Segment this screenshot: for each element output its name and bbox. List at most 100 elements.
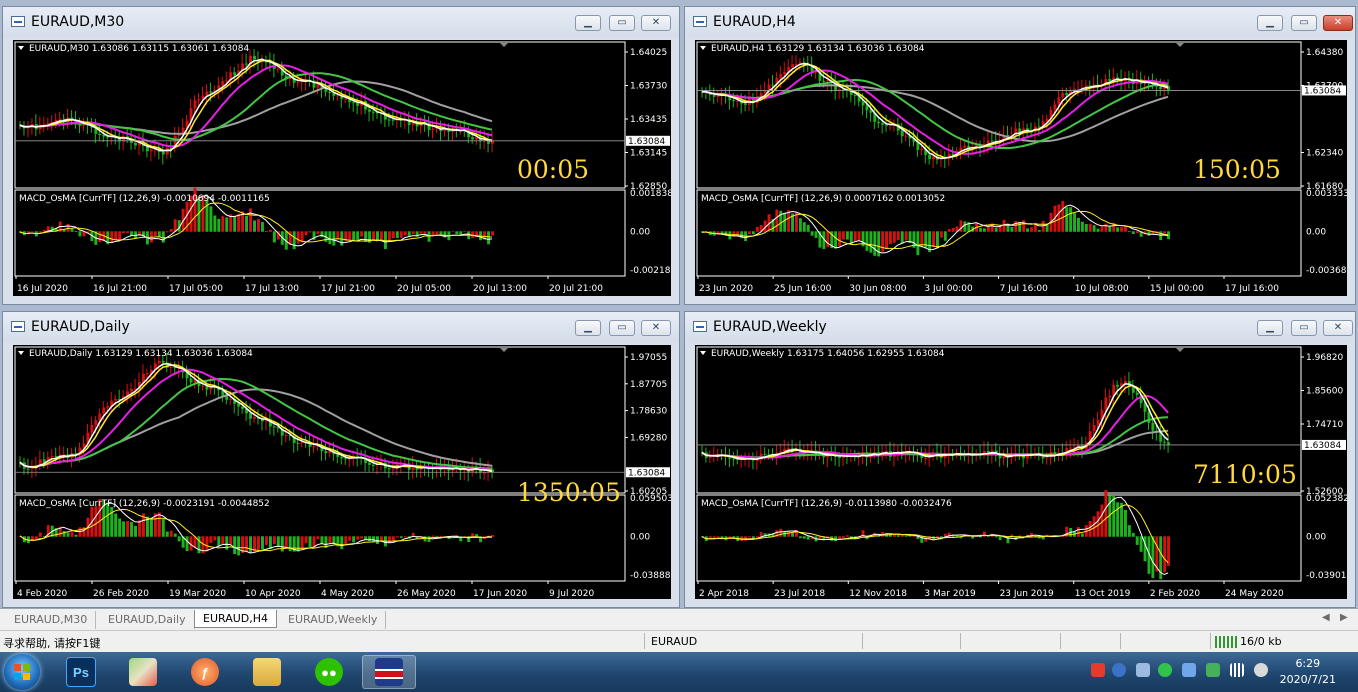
macd-bar (177, 536, 181, 542)
macd-bar (791, 532, 794, 537)
window-titlebar[interactable]: EURAUD,Weekly ▁ ▭ ✕ (685, 312, 1355, 342)
tab-euraud-weekly[interactable]: EURAUD,Weekly (280, 611, 387, 629)
macd-bar (292, 231, 296, 250)
macd-bar (118, 231, 122, 240)
tab-scroll-right-icon[interactable]: ▶ (1340, 612, 1348, 623)
macd-bar (451, 231, 455, 232)
window-titlebar[interactable]: EURAUD,Daily ▁ ▭ ✕ (3, 312, 679, 342)
minimize-button[interactable]: ▁ (1257, 320, 1283, 336)
chart-svg[interactable]: 1.630841.970551.877051.786301.692801.602… (13, 345, 671, 599)
maximize-button[interactable]: ▭ (609, 320, 635, 336)
taskbar-app-file-explorer[interactable] (240, 655, 294, 689)
chart-window-m30[interactable]: EURAUD,M30 ▁ ▭ ✕ 1.63084 1.64025 1.63730 1.… (2, 6, 680, 305)
candle-body (471, 137, 475, 140)
tab-euraud-m30[interactable]: EURAUD,M30 (6, 611, 97, 629)
macd-bar (356, 536, 360, 540)
chart-tab-bar: EURAUD,M30 EURAUD,Daily EURAUD,H4 EURAUD… (0, 608, 1358, 630)
tab-scroll-left-icon[interactable]: ◀ (1322, 612, 1330, 623)
macd-bar (471, 533, 475, 537)
window-titlebar[interactable]: EURAUD,M30 ▁ ▭ ✕ (3, 7, 679, 37)
taskbar-app-maps[interactable] (116, 655, 170, 689)
maximize-button[interactable]: ▭ (1291, 15, 1317, 31)
close-button[interactable]: ✕ (1323, 15, 1353, 31)
chart-svg[interactable]: 1.630841.640251.637301.634351.631451.628… (13, 40, 671, 296)
chart-window-weekly[interactable]: EURAUD,Weekly ▁ ▭ ✕ 1.63084 1.96820 1.8560… (684, 311, 1356, 608)
macd-bar (814, 231, 818, 238)
macd-bar (1163, 536, 1167, 573)
shift-marker-icon[interactable] (1176, 348, 1184, 352)
candle-body (161, 360, 165, 363)
date-tick-label: 4 Feb 2020 (17, 589, 68, 599)
security-shield-icon[interactable] (1182, 663, 1196, 677)
signal-strength-icon[interactable] (1230, 663, 1244, 677)
taskbar-app-flash[interactable]: ƒ (178, 655, 232, 689)
chart-area[interactable]: 1.63084 1.96820 1.85600 1.74710 1.52600 EURAU… (695, 345, 1347, 599)
taskbar-app-metatrader[interactable] (362, 655, 416, 689)
candle-body (253, 55, 256, 60)
candle-body (145, 373, 149, 375)
candle-body (272, 426, 276, 428)
update-tray-icon[interactable] (1206, 663, 1220, 677)
macd-bar (798, 218, 802, 232)
macd-bar (1080, 533, 1084, 537)
macd-bar (979, 228, 982, 232)
window-titlebar[interactable]: EURAUD,H4 ▁ ▭ ✕ (685, 7, 1355, 37)
chart-window-daily[interactable]: EURAUD,Daily ▁ ▭ ✕ 1.63084 1.97055 1.87705… (2, 311, 680, 608)
minimize-button[interactable]: ▁ (575, 320, 601, 336)
collapse-arrow-icon[interactable] (700, 46, 706, 50)
candle-body (225, 80, 229, 82)
network-tray-icon[interactable] (1136, 663, 1150, 677)
close-button[interactable]: ✕ (641, 320, 671, 336)
wechat-tray-icon[interactable] (1158, 663, 1172, 677)
shift-marker-icon[interactable] (1176, 43, 1184, 47)
date-tick-label: 17 Jul 16:00 (1225, 284, 1279, 294)
collapse-arrow-icon[interactable] (18, 351, 24, 355)
taskbar-app-wechat[interactable]: ●● (302, 655, 356, 689)
collapse-arrow-icon[interactable] (18, 46, 24, 50)
chart-svg[interactable]: 1.630841.643801.637001.623401.61680EURAU… (695, 40, 1347, 296)
macd-bar (300, 536, 304, 550)
chart-window-h4[interactable]: EURAUD,H4 ▁ ▭ ✕ 1.63084 1.64380 1.63700 1.6… (684, 6, 1356, 305)
sogou-ime-icon[interactable] (1091, 663, 1105, 677)
start-button[interactable] (4, 654, 40, 690)
chart-svg[interactable]: 1.630841.968201.856001.747101.52600EURAU… (695, 345, 1347, 599)
collapse-arrow-icon[interactable] (700, 351, 706, 355)
chart-area[interactable]: 1.63084 1.97055 1.87705 1.78630 1.69280 1.602… (13, 345, 671, 599)
close-button[interactable]: ✕ (1323, 320, 1353, 336)
help-tray-icon[interactable] (1112, 663, 1126, 677)
volume-muted-icon[interactable] (1254, 663, 1268, 677)
macd-bar (134, 525, 137, 537)
maps-icon (129, 658, 157, 686)
macd-bar (213, 536, 217, 541)
shift-marker-icon[interactable] (500, 348, 508, 352)
tab-euraud-h4[interactable]: EURAUD,H4 (194, 610, 278, 628)
taskbar-app-photoshop[interactable]: Ps (54, 655, 108, 689)
chart-window-icon (693, 321, 707, 332)
system-clock[interactable]: 6:29 2020/7/21 (1280, 656, 1336, 688)
candle-body (928, 154, 932, 160)
macd-header: MACD_OsMA [CurrTF] (12,26,9) -0.0023191 … (19, 499, 270, 509)
maximize-button[interactable]: ▭ (609, 15, 635, 31)
macd-bar (998, 536, 1002, 541)
shift-marker-icon[interactable] (500, 43, 508, 47)
macd-bar (360, 231, 364, 237)
chart-area[interactable]: 1.63084 1.64380 1.63700 1.62340 1.61680 EURAU… (695, 40, 1347, 296)
macd-bar (1163, 231, 1167, 234)
chart-area[interactable]: 1.63084 1.64025 1.63730 1.63435 1.63145 1.628… (13, 40, 671, 296)
macd-bar (66, 532, 70, 537)
macd-bar (110, 231, 114, 243)
minimize-button[interactable]: ▁ (1257, 15, 1283, 31)
date-tick-label: 20 Jul 21:00 (549, 284, 603, 294)
minimize-button[interactable]: ▁ (575, 15, 601, 31)
tab-euraud-daily[interactable]: EURAUD,Daily (100, 611, 195, 629)
macd-bar (783, 531, 787, 537)
close-button[interactable]: ✕ (641, 15, 671, 31)
candle-body (134, 142, 137, 146)
macd-bar (435, 535, 439, 537)
candle-body (324, 451, 328, 454)
candle-body (885, 450, 888, 452)
maximize-button[interactable]: ▭ (1291, 320, 1317, 336)
candle-body (1135, 392, 1139, 395)
macd-bar (173, 533, 177, 537)
macd-bar (487, 231, 491, 245)
